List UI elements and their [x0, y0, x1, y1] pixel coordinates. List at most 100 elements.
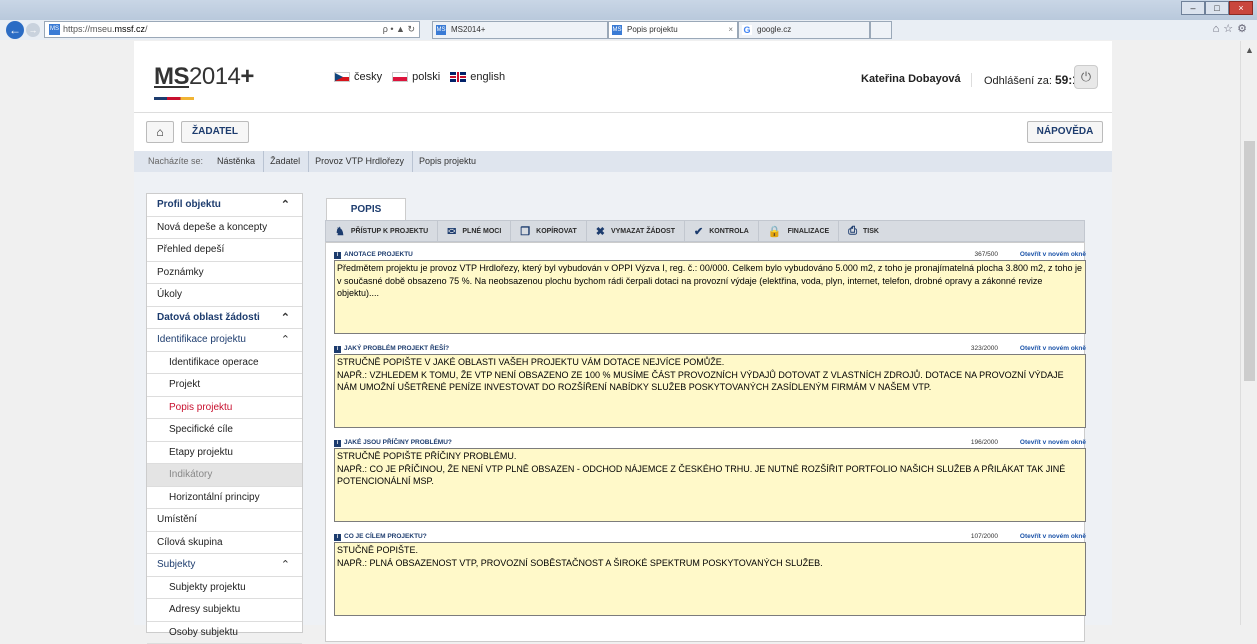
- sidebar-item-identifikace-operace[interactable]: Identifikace operace: [147, 352, 302, 375]
- back-arrow-icon[interactable]: ←: [6, 21, 24, 39]
- envelope-icon: ✉: [447, 225, 456, 238]
- lang-english[interactable]: english: [450, 71, 505, 83]
- main-panel: POPIS PROJEKTU ♞PŘÍSTUP K PROJEKTU ✉PLNÉ…: [322, 193, 1097, 633]
- sidebar-item-popis-projektu[interactable]: Popis projektu: [147, 397, 302, 420]
- breadcrumb-item-zadatel[interactable]: Žadatel: [264, 151, 309, 172]
- home-icon[interactable]: ⌂: [146, 121, 174, 143]
- sidebar-item-poznamky[interactable]: Poznámky: [147, 262, 302, 285]
- plne-moci-button[interactable]: ✉PLNÉ MOCI: [438, 221, 511, 241]
- sidebar-item-identifikace-projektu[interactable]: Identifikace projektu⌃: [147, 329, 302, 352]
- sidebar-item-ukoly[interactable]: Úkoly: [147, 284, 302, 307]
- browser-tab-ms2014[interactable]: MS MS2014+: [432, 21, 608, 39]
- sidebar-item-projekt[interactable]: Projekt: [147, 374, 302, 397]
- sidebar-item-subjekty[interactable]: Subjekty ⌃: [147, 554, 302, 577]
- tab-popis-projektu[interactable]: POPIS PROJEKTU: [326, 198, 406, 221]
- browser-tab-popis-projektu[interactable]: MS Popis projektu ×: [608, 21, 738, 39]
- open-new-window-link[interactable]: Otevřít v novém okně: [1020, 344, 1086, 354]
- toolbar-label: KONTROLA: [709, 228, 749, 235]
- breadcrumb-item-provoz[interactable]: Provoz VTP Hrdlořezy: [309, 151, 413, 172]
- chevron-up-icon[interactable]: ⌃: [281, 554, 290, 576]
- sidebar-item-label: Subjekty: [157, 559, 195, 570]
- open-new-window-link[interactable]: Otevřít v novém okně: [1020, 250, 1086, 260]
- lang-label: česky: [354, 71, 382, 83]
- top-menu: ⌂ ŽADATEL NÁPOVĚDA: [134, 113, 1112, 151]
- kopirovat-button[interactable]: ❐KOPÍROVAT: [511, 221, 586, 241]
- sidebar-item-horizontalni-principy[interactable]: Horizontální principy: [147, 487, 302, 510]
- address-bar[interactable]: MS https://mseu.mssf.cz/ ρ • ▲ ↻: [44, 21, 420, 38]
- anotace-textarea[interactable]: Předmětem projektu je provoz VTP Hrdloře…: [334, 260, 1086, 334]
- logo-year: 2014: [189, 63, 240, 90]
- logout-label: Odhlášení za:: [984, 75, 1052, 87]
- char-counter: 107/2000: [971, 532, 998, 542]
- user-name[interactable]: Kateřina Dobayová: [861, 73, 961, 85]
- pristup-k-projektu-button[interactable]: ♞PŘÍSTUP K PROJEKTU: [326, 221, 438, 241]
- logo-plus: +: [240, 63, 254, 90]
- napoveda-button[interactable]: NÁPOVĚDA: [1027, 121, 1103, 143]
- problem-textarea[interactable]: STRUČNĚ POPIŠTE V JAKÉ OBLASTI VAŠEH PRO…: [334, 354, 1086, 428]
- chevron-up-icon[interactable]: ⌃: [281, 329, 290, 351]
- lang-cesky[interactable]: česky: [334, 71, 382, 83]
- field-cil: iCO JE CÍLEM PROJEKTU? 107/2000 Otevřít …: [334, 532, 1086, 616]
- tab-close-icon[interactable]: ×: [728, 22, 733, 38]
- forward-arrow-icon[interactable]: →: [26, 23, 40, 37]
- kontrola-button[interactable]: ✔KONTROLA: [685, 221, 759, 241]
- sidebar-item-cilova-skupina[interactable]: Cílová skupina: [147, 532, 302, 555]
- browser-tab-google[interactable]: G google.cz: [738, 21, 870, 39]
- sidebar-item-specificke-cile[interactable]: Specifické cíle: [147, 419, 302, 442]
- tisk-button[interactable]: ⎙ TISK: [839, 221, 888, 241]
- logo-bold: MS: [154, 63, 189, 90]
- toolbar-label: TISK: [863, 228, 879, 235]
- tab-label: Popis projektu: [627, 25, 678, 34]
- open-new-window-link[interactable]: Otevřít v novém okně: [1020, 532, 1086, 542]
- delete-icon: ✖: [596, 225, 605, 238]
- scroll-up-icon[interactable]: ▲: [1245, 45, 1254, 55]
- sidebar-item-profil-objektu[interactable]: Profil objektu⌃: [147, 194, 302, 217]
- field-problem: iJAKÝ PROBLÉM PROJEKT ŘEŠÍ? 323/2000 Ote…: [334, 344, 1086, 428]
- finalizace-button[interactable]: 🔒FINALIZACE: [759, 221, 839, 241]
- chevron-up-icon[interactable]: ⌃: [281, 307, 290, 329]
- cil-textarea[interactable]: STUČNĚ POPIŠTE. NAPŘ.: PLNÁ OBSAZENOST V…: [334, 542, 1086, 616]
- sidebar-item-umisteni[interactable]: Umístění: [147, 509, 302, 532]
- polish-flag-icon: [392, 72, 408, 82]
- sidebar-item-nova-depese[interactable]: Nová depeše a koncepty: [147, 217, 302, 240]
- ms2014-logo[interactable]: MS2014+: [154, 63, 254, 91]
- tab-label: google.cz: [757, 25, 791, 34]
- page-scrollbar[interactable]: ▲: [1240, 41, 1257, 625]
- sidebar: Profil objektu⌃ Nová depeše a koncepty P…: [146, 193, 303, 633]
- browser-navbar: ← → MS https://mseu.mssf.cz/ ρ • ▲ ↻ MS …: [0, 20, 1257, 40]
- window-titlebar: – □ ×: [0, 0, 1257, 20]
- minimize-icon[interactable]: –: [1181, 1, 1205, 15]
- sidebar-item-datova-oblast[interactable]: Datová oblast žádosti⌃: [147, 307, 302, 330]
- czech-flag-icon: [334, 72, 350, 82]
- lang-polski[interactable]: polski: [392, 71, 440, 83]
- info-icon: i: [334, 440, 341, 447]
- maximize-icon[interactable]: □: [1205, 1, 1229, 15]
- field-priciny: iJAKÉ JSOU PŘÍČINY PROBLÉMU? 196/2000 Ot…: [334, 438, 1086, 522]
- sidebar-item-etapy-projektu[interactable]: Etapy projektu: [147, 442, 302, 465]
- form-panel: iANOTACE PROJEKTU 367/500 Otevřít v nové…: [325, 242, 1085, 642]
- browser-tools-icons[interactable]: ⌂☆⚙: [1213, 22, 1251, 35]
- logout-timer: Odhlášení za: 59:14: [971, 73, 1086, 87]
- new-tab-button[interactable]: [870, 21, 892, 39]
- language-switch: česky polski english: [334, 71, 505, 83]
- breadcrumb-label: Nacházíte se:: [142, 151, 211, 172]
- chevron-up-icon[interactable]: ⌃: [281, 194, 290, 216]
- app-header: MS2014+ česky polski english Kateřina Do…: [134, 41, 1112, 113]
- copy-icon: ❐: [520, 225, 530, 238]
- sidebar-item-prehled-depesi[interactable]: Přehled depeší: [147, 239, 302, 262]
- char-counter: 323/2000: [971, 344, 998, 354]
- breadcrumb-item-nastenka[interactable]: Nástěnka: [211, 151, 264, 172]
- priciny-textarea[interactable]: STRUČNĚ POPIŠTE PŘÍČINY PROBLÉMU. NAPŘ.:…: [334, 448, 1086, 522]
- app-page: MS2014+ česky polski english Kateřina Do…: [134, 41, 1112, 625]
- scrollbar-thumb[interactable]: [1244, 141, 1255, 381]
- vymazat-zadost-button[interactable]: ✖VYMAZAT ŽÁDOST: [587, 221, 685, 241]
- print-icon: ⎙: [848, 225, 857, 238]
- open-new-window-link[interactable]: Otevřít v novém okně: [1020, 438, 1086, 448]
- close-window-icon[interactable]: ×: [1229, 1, 1253, 15]
- sidebar-item-adresy-subjektu[interactable]: Adresy subjektu: [147, 599, 302, 622]
- tab-label: MS2014+: [451, 25, 485, 34]
- power-icon[interactable]: ⏻: [1074, 65, 1098, 89]
- sidebar-item-subjekty-projektu[interactable]: Subjekty projektu: [147, 577, 302, 600]
- address-tools-icon[interactable]: ρ • ▲ ↻: [383, 22, 415, 37]
- zadatel-button[interactable]: ŽADATEL: [181, 121, 249, 143]
